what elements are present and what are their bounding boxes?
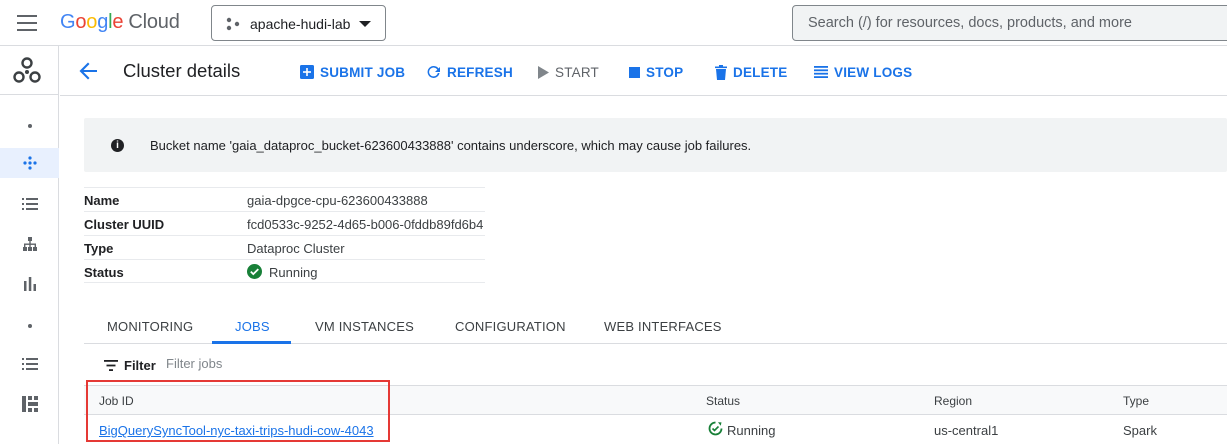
refresh-label: REFRESH bbox=[447, 64, 513, 80]
chevron-down-icon bbox=[359, 21, 371, 27]
cluster-tabs: MONITORING JOBS VM INSTANCES CONFIGURATI… bbox=[84, 308, 1227, 344]
detail-key: Cluster UUID bbox=[84, 217, 165, 232]
banner-message: Bucket name 'gaia_dataproc_bucket-623600… bbox=[150, 138, 752, 153]
back-arrow-icon[interactable] bbox=[77, 60, 99, 82]
refresh-button[interactable]: REFRESH bbox=[426, 62, 513, 82]
rail-item-clusters[interactable] bbox=[0, 148, 59, 178]
detail-row-name: Name gaia-dpgce-cpu-623600433888 bbox=[84, 187, 485, 211]
detail-key: Status bbox=[84, 265, 124, 280]
bar-chart-icon bbox=[23, 277, 36, 291]
filter-label: Filter bbox=[124, 358, 156, 373]
job-region-cell: us-central1 bbox=[934, 423, 999, 438]
rail-item-dashboard[interactable] bbox=[0, 389, 59, 419]
refresh-icon bbox=[427, 65, 440, 78]
detail-value: fcd0533c-9252-4d65-b006-0fddb89fd6b4 bbox=[247, 217, 484, 232]
trash-icon bbox=[715, 64, 727, 80]
logo-letter: G bbox=[60, 11, 76, 33]
rail-item-workflows[interactable] bbox=[0, 229, 59, 259]
detail-row-status: Status Running bbox=[84, 259, 485, 283]
check-circle-icon bbox=[247, 264, 262, 279]
submit-job-label: SUBMIT JOB bbox=[320, 64, 406, 80]
cluster-details-table: Name gaia-dpgce-cpu-623600433888 Cluster… bbox=[84, 187, 485, 283]
filter-bar: Filter bbox=[84, 352, 1227, 380]
logo-letter: e bbox=[112, 11, 124, 33]
column-header-job-id[interactable]: Job ID bbox=[99, 394, 134, 408]
job-id-cell: BigQuerySyncTool-nyc-taxi-trips-hudi-cow… bbox=[99, 423, 374, 438]
project-nodes-icon bbox=[226, 17, 240, 31]
project-name: apache-hudi-lab bbox=[250, 16, 351, 32]
status-value: Running bbox=[269, 265, 318, 280]
stop-icon bbox=[629, 66, 640, 78]
column-header-type[interactable]: Type bbox=[1123, 394, 1149, 408]
logo-google-text: Google bbox=[60, 11, 124, 33]
delete-button[interactable]: DELETE bbox=[715, 62, 787, 82]
detail-key: Name bbox=[84, 193, 120, 208]
start-label: START bbox=[555, 64, 600, 80]
job-type-cell: Spark bbox=[1123, 423, 1157, 438]
jobs-table-header: Job ID Status Region Type bbox=[84, 385, 1227, 415]
filter-jobs-input[interactable] bbox=[166, 356, 466, 371]
logo-letter: o bbox=[86, 11, 98, 33]
search-input[interactable] bbox=[808, 15, 1218, 31]
detail-value: Dataproc Cluster bbox=[247, 241, 345, 256]
play-icon bbox=[538, 65, 549, 79]
main-menu-icon[interactable] bbox=[17, 15, 37, 31]
tab-vm-instances[interactable]: VM INSTANCES bbox=[315, 319, 414, 334]
column-header-status[interactable]: Status bbox=[706, 394, 740, 408]
filter-icon bbox=[104, 360, 118, 371]
list-icon bbox=[21, 198, 38, 210]
detail-row-uuid: Cluster UUID fcd0533c-9252-4d65-b006-0fd… bbox=[84, 211, 485, 235]
rail-item-dot-1[interactable] bbox=[0, 111, 59, 141]
job-id-link[interactable]: BigQuerySyncTool-nyc-taxi-trips-hudi-cow… bbox=[99, 423, 374, 438]
logo-letter: g bbox=[97, 11, 109, 33]
rail-item-jobs[interactable] bbox=[0, 189, 59, 219]
stop-label: STOP bbox=[646, 64, 684, 80]
hierarchy-icon bbox=[22, 237, 37, 251]
tab-monitoring[interactable]: MONITORING bbox=[107, 319, 193, 334]
detail-value: gaia-dpgce-cpu-623600433888 bbox=[247, 193, 428, 208]
submit-job-button[interactable]: SUBMIT JOB bbox=[300, 62, 405, 82]
info-icon: i bbox=[111, 139, 124, 152]
top-bar: Google Cloud apache-hudi-lab bbox=[0, 0, 1227, 46]
table-row: BigQuerySyncTool-nyc-taxi-trips-hudi-cow… bbox=[84, 415, 1227, 444]
jobs-table: Job ID Status Region Type BigQuerySyncTo… bbox=[84, 385, 1227, 444]
logo-cloud-text: Cloud bbox=[128, 11, 180, 33]
rail-item-dot-2[interactable] bbox=[0, 311, 59, 341]
stop-button[interactable]: STOP bbox=[629, 62, 683, 82]
active-tab-indicator bbox=[212, 341, 291, 344]
tab-web-interfaces[interactable]: WEB INTERFACES bbox=[604, 319, 722, 334]
job-status-cell: Running bbox=[727, 423, 776, 438]
delete-label: DELETE bbox=[733, 64, 788, 80]
search-box[interactable] bbox=[792, 5, 1227, 41]
dashboard-icon bbox=[21, 396, 38, 412]
warning-banner: i Bucket name 'gaia_dataproc_bucket-6236… bbox=[84, 118, 1227, 172]
logs-icon bbox=[814, 66, 828, 78]
left-nav-rail bbox=[0, 46, 59, 444]
detail-row-type: Type Dataproc Cluster bbox=[84, 235, 485, 259]
rail-item-batches[interactable] bbox=[0, 349, 59, 379]
add-box-icon bbox=[300, 65, 314, 79]
logo-letter: o bbox=[75, 11, 87, 33]
google-cloud-logo[interactable]: Google Cloud bbox=[60, 11, 180, 34]
view-logs-button[interactable]: VIEW LOGS bbox=[814, 62, 912, 82]
dot-icon bbox=[27, 124, 32, 128]
start-button[interactable]: START bbox=[537, 62, 599, 82]
project-selector[interactable]: apache-hudi-lab bbox=[211, 5, 386, 41]
list-icon bbox=[21, 358, 38, 370]
tab-configuration[interactable]: CONFIGURATION bbox=[455, 319, 566, 334]
dot-icon bbox=[27, 324, 32, 328]
clusters-icon bbox=[22, 156, 37, 170]
column-header-region[interactable]: Region bbox=[934, 394, 972, 408]
running-status-icon bbox=[708, 421, 723, 436]
rail-item-metrics[interactable] bbox=[0, 269, 59, 299]
rail-divider bbox=[0, 94, 59, 95]
dataproc-logo-icon[interactable] bbox=[10, 54, 44, 88]
page-title: Cluster details bbox=[123, 60, 241, 81]
tab-jobs[interactable]: JOBS bbox=[235, 319, 270, 334]
view-logs-label: VIEW LOGS bbox=[834, 64, 913, 80]
page-header: Cluster details SUBMIT JOB REFRESH START… bbox=[60, 46, 1227, 96]
detail-key: Type bbox=[84, 241, 114, 256]
